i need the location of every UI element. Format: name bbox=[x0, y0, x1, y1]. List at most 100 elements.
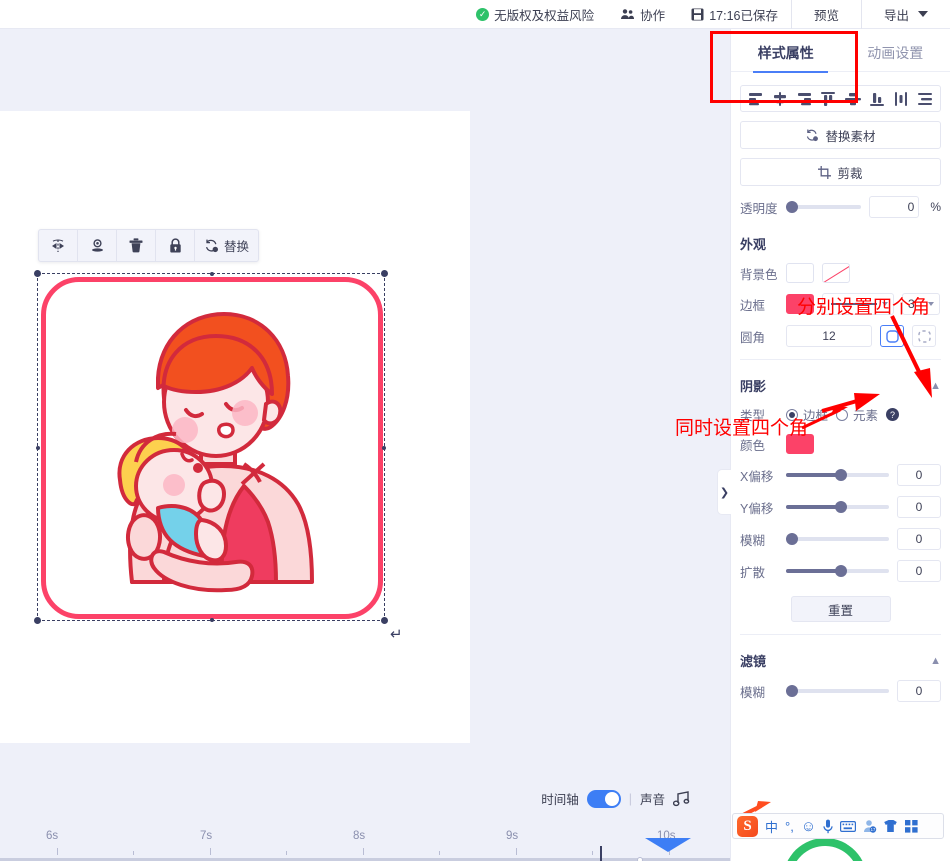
sogou-logo-icon[interactable]: S bbox=[737, 815, 758, 837]
shadow-type-element-option[interactable]: 元素 bbox=[836, 405, 878, 424]
radius-input[interactable]: 12 bbox=[786, 325, 872, 347]
align-center-horizontal-icon[interactable] bbox=[772, 91, 788, 106]
replace-material-icon bbox=[807, 129, 819, 141]
mother-baby-illustration bbox=[117, 312, 314, 593]
background-no-color-swatch[interactable] bbox=[822, 263, 850, 283]
timeline-ruler[interactable]: 6s 7s 8s 9s 10s bbox=[0, 818, 730, 861]
filter-section-header[interactable]: 滤镜 ▲ bbox=[740, 651, 941, 670]
tab-style-properties[interactable]: 样式属性 bbox=[752, 43, 820, 63]
resize-handle-ne[interactable] bbox=[381, 270, 388, 277]
ime-user-icon[interactable]: 17 bbox=[863, 819, 877, 833]
resize-handle-n[interactable] bbox=[210, 272, 214, 276]
replace-button[interactable]: 替换 bbox=[195, 229, 258, 262]
ime-skin-icon[interactable] bbox=[884, 819, 898, 833]
shadow-y-offset-value[interactable]: 0 bbox=[897, 496, 941, 518]
shadow-x-offset-slider[interactable] bbox=[786, 469, 889, 481]
opacity-value[interactable]: 0 bbox=[869, 196, 920, 218]
opacity-label: 透明度 bbox=[740, 201, 778, 216]
shadow-blur-slider[interactable] bbox=[786, 533, 889, 545]
shadow-y-offset-slider[interactable] bbox=[786, 501, 889, 513]
tab-animation-settings[interactable]: 动画设置 bbox=[861, 43, 929, 63]
shadow-spread-row: 扩散 0 bbox=[740, 560, 941, 582]
resize-handle-nw[interactable] bbox=[34, 270, 41, 277]
distribute-vertical-icon[interactable] bbox=[917, 92, 933, 106]
filter-blur-slider[interactable] bbox=[786, 685, 889, 697]
shadow-blur-value[interactable]: 0 bbox=[897, 528, 941, 550]
replace-material-button[interactable]: 替换素材 bbox=[740, 121, 941, 149]
radius-individual-corners-button[interactable] bbox=[912, 325, 936, 347]
resize-handle-se[interactable] bbox=[381, 617, 388, 624]
timeline-keyframe-dot[interactable] bbox=[637, 857, 643, 861]
save-status[interactable]: 17:16已保存 bbox=[678, 0, 791, 29]
crop-label: 剪裁 bbox=[837, 166, 863, 181]
alignment-toolbar bbox=[740, 85, 941, 112]
shadow-x-offset-value[interactable]: 0 bbox=[897, 464, 941, 486]
tick-label-2: 8s bbox=[353, 830, 366, 842]
shadow-reset-button[interactable]: 重置 bbox=[790, 596, 891, 622]
flip-button[interactable] bbox=[39, 229, 78, 262]
ime-apps-icon[interactable] bbox=[905, 819, 918, 833]
shadow-y-offset-row: Y偏移 0 bbox=[740, 496, 941, 518]
radius-all-corners-button[interactable] bbox=[880, 325, 904, 347]
preview-button[interactable]: 预览 bbox=[790, 0, 862, 29]
opacity-row: 透明度 0 % bbox=[740, 196, 941, 218]
rounded-square-icon bbox=[885, 329, 899, 343]
align-right-icon[interactable] bbox=[796, 92, 812, 106]
crop-button[interactable]: 剪裁 bbox=[740, 158, 941, 186]
rotate-handle[interactable]: ↵ bbox=[390, 625, 403, 643]
appearance-section-header: 外观 bbox=[740, 234, 941, 253]
shadow-x-offset-row: X偏移 0 bbox=[740, 464, 941, 486]
align-left-icon[interactable] bbox=[748, 92, 764, 106]
shadow-spread-value[interactable]: 0 bbox=[897, 560, 941, 582]
music-note-icon[interactable] bbox=[673, 790, 690, 807]
ime-mic-icon[interactable] bbox=[823, 819, 833, 834]
filter-blur-value[interactable]: 0 bbox=[897, 680, 941, 702]
ime-emoji-icon[interactable]: ☺ bbox=[801, 818, 816, 835]
filter-blur-row: 模糊 0 bbox=[740, 680, 941, 702]
replace-material-label: 替换素材 bbox=[825, 129, 876, 144]
help-icon[interactable]: ? bbox=[886, 408, 900, 421]
ime-chinese-mode[interactable]: 中 bbox=[765, 817, 778, 836]
ime-keyboard-icon[interactable] bbox=[840, 820, 857, 832]
delete-button[interactable] bbox=[117, 229, 156, 262]
resize-handle-w[interactable] bbox=[36, 446, 40, 450]
timeline-controls: 时间轴 | 声音 bbox=[541, 789, 690, 808]
distribute-horizontal-icon[interactable] bbox=[893, 91, 909, 106]
align-top-icon[interactable] bbox=[820, 91, 836, 106]
resize-handle-s[interactable] bbox=[210, 618, 214, 622]
resize-handle-sw[interactable] bbox=[34, 617, 41, 624]
check-circle-icon: ✓ bbox=[476, 7, 490, 21]
layer-position-button[interactable] bbox=[78, 229, 117, 262]
workspace: 替换 ↵ 时间轴 | 声音 bbox=[0, 29, 730, 808]
selected-element[interactable]: ↵ bbox=[34, 270, 403, 643]
align-bottom-icon[interactable] bbox=[869, 92, 885, 106]
shadow-x-offset-label: X偏移 bbox=[740, 469, 774, 484]
playhead-marker[interactable] bbox=[645, 838, 691, 852]
corners-dashed-icon bbox=[917, 329, 931, 343]
export-button[interactable]: 导出 bbox=[862, 0, 950, 29]
annotation-individual-corners: 分别设置四个角 bbox=[797, 297, 931, 318]
chevron-up-icon: ▲ bbox=[930, 379, 941, 392]
lock-button[interactable] bbox=[156, 229, 195, 262]
collab-label: 协作 bbox=[640, 8, 666, 23]
copyright-status[interactable]: ✓ 无版权及权益风险 bbox=[463, 0, 607, 29]
collab-button[interactable]: 协作 bbox=[607, 0, 678, 29]
border-label: 边框 bbox=[740, 298, 766, 313]
align-center-vertical-icon[interactable] bbox=[844, 92, 861, 106]
shadow-y-offset-label: Y偏移 bbox=[740, 501, 774, 516]
ime-toolbar: S 中 °, ☺ 17 bbox=[732, 813, 944, 839]
element-frame bbox=[41, 277, 383, 619]
opacity-slider[interactable] bbox=[786, 201, 862, 213]
panel-collapse-button[interactable]: ❯ bbox=[717, 469, 731, 515]
sound-label[interactable]: 声音 bbox=[640, 789, 665, 808]
trash-icon bbox=[129, 238, 143, 253]
top-bar: ✓ 无版权及权益风险 协作 17:16已保存 预览 导出 bbox=[0, 0, 950, 29]
shadow-blur-row: 模糊 0 bbox=[740, 528, 941, 550]
save-status-label: 17:16已保存 bbox=[709, 8, 778, 23]
background-color-swatch[interactable] bbox=[786, 263, 814, 283]
ime-punctuation[interactable]: °, bbox=[785, 819, 794, 834]
resize-handle-e[interactable] bbox=[382, 446, 386, 450]
shadow-spread-slider[interactable] bbox=[786, 565, 889, 577]
shadow-section-header[interactable]: 阴影 ▲ bbox=[740, 376, 941, 395]
timeline-toggle[interactable] bbox=[586, 789, 621, 808]
